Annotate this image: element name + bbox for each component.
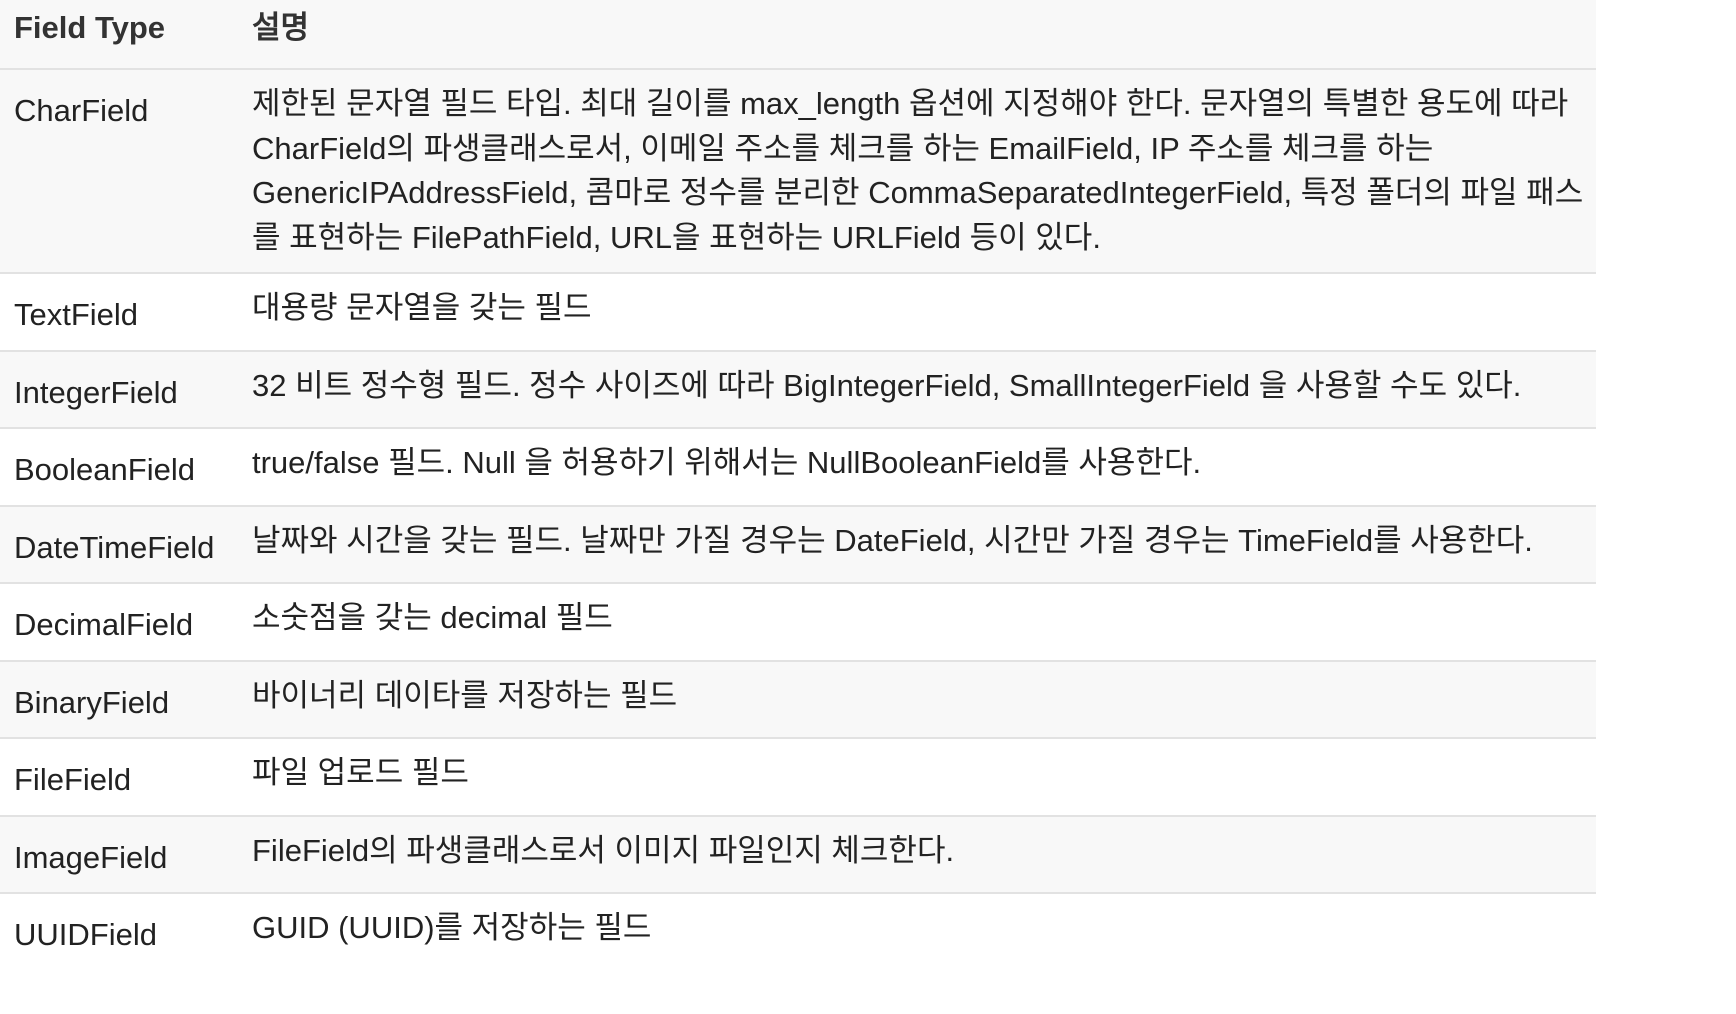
table-row: IntegerField 32 비트 정수형 필드. 정수 사이즈에 따라 Bi… [0,350,1596,429]
description-cell: 대용량 문자열을 갖는 필드 [238,273,1596,352]
description-cell: true/false 필드. Null 을 허용하기 위해서는 NullBool… [238,428,1596,507]
table-row: BooleanField true/false 필드. Null 을 허용하기 … [0,428,1596,507]
description-cell: FileField의 파생클래스로서 이미지 파일인지 체크한다. [238,815,1596,894]
table-row: TextField 대용량 문자열을 갖는 필드 [0,273,1596,352]
description-cell: 날짜와 시간을 갖는 필드. 날짜만 가질 경우는 DateField, 시간만… [238,505,1596,584]
field-type-cell: ImageField [0,815,238,894]
field-type-cell: IntegerField [0,350,238,429]
table-header-row: Field Type 설명 [0,0,1596,70]
field-type-table: Field Type 설명 CharField 제한된 문자열 필드 타입. 최… [0,0,1596,970]
field-type-cell: UUIDField [0,893,238,970]
field-type-cell: BooleanField [0,428,238,507]
field-type-cell: CharField [0,69,238,274]
header-description: 설명 [238,0,1596,70]
description-cell: GUID (UUID)를 저장하는 필드 [238,893,1596,970]
field-type-cell: DecimalField [0,583,238,662]
description-cell: 파일 업로드 필드 [238,738,1596,817]
header-field-type: Field Type [0,0,238,70]
table-row: CharField 제한된 문자열 필드 타입. 최대 길이를 max_leng… [0,69,1596,274]
description-cell: 바이너리 데이타를 저장하는 필드 [238,660,1596,739]
table-row: ImageField FileField의 파생클래스로서 이미지 파일인지 체… [0,815,1596,894]
description-cell: 제한된 문자열 필드 타입. 최대 길이를 max_length 옵션에 지정해… [238,69,1596,274]
description-cell: 32 비트 정수형 필드. 정수 사이즈에 따라 BigIntegerField… [238,350,1596,429]
table-row: DecimalField 소숫점을 갖는 decimal 필드 [0,583,1596,662]
field-type-cell: FileField [0,738,238,817]
description-cell: 소숫점을 갖는 decimal 필드 [238,583,1596,662]
table-row: UUIDField GUID (UUID)를 저장하는 필드 [0,893,1596,970]
field-type-cell: BinaryField [0,660,238,739]
field-type-cell: TextField [0,273,238,352]
table-row: BinaryField 바이너리 데이타를 저장하는 필드 [0,660,1596,739]
table-row: FileField 파일 업로드 필드 [0,738,1596,817]
table-row: DateTimeField 날짜와 시간을 갖는 필드. 날짜만 가질 경우는 … [0,505,1596,584]
field-type-cell: DateTimeField [0,505,238,584]
